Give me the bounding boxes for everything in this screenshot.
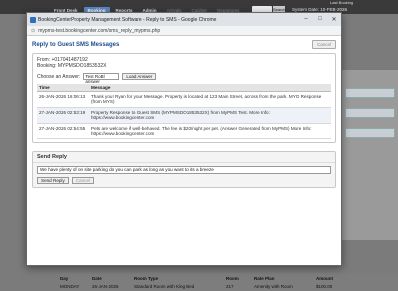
page-url[interactable]: mypms-test.bookingcenter.com/sms_reply_m… [38, 28, 160, 34]
answer-select[interactable]: Test RoBl answer [83, 73, 120, 84]
cell-amount: $100.00 [316, 284, 333, 289]
message-text: Pets are welcome if well-behaved. The fe… [89, 123, 331, 140]
message-column-header: Message [89, 84, 331, 92]
minimize-icon[interactable]: – [299, 16, 313, 23]
background-table-row[interactable]: MONDAY 26-JAN-2026 Standard Room with Ki… [60, 284, 398, 289]
table-row: 27-JAN-2026 02:53:19 Property Response t… [37, 107, 331, 124]
send-reply-panel: Send Reply We have plenty of on site par… [32, 151, 336, 189]
messages-panel: From: +017041487192 Booking: MYPMSDO1853… [32, 53, 336, 144]
maximize-icon[interactable]: □ [313, 16, 327, 23]
send-reply-button[interactable]: Send Reply [37, 177, 69, 185]
reply-actions: Send Reply Cancel [37, 177, 331, 185]
message-time: 27-JAN-2026 02:54:55 [37, 123, 89, 140]
message-time: 27-JAN-2026 02:53:19 [37, 107, 89, 124]
cell-day: MONDAY [60, 284, 80, 289]
message-text: Thank you! Ryan for your Message. Proper… [89, 91, 331, 108]
page-content: Reply to Guest SMS Messages Cancel From:… [27, 36, 341, 191]
cell-room: 217 [226, 284, 234, 289]
answer-row: Choose an Answer: Test RoBl answer Load … [37, 73, 331, 84]
load-answer-button[interactable]: Load Answer [122, 73, 157, 80]
message-text: Property Response to Guest SMS (MYPMSDO1… [89, 107, 331, 124]
last-booking-link[interactable]: Last Booking [330, 0, 353, 5]
reply-sms-window: BookingCenterProperty Management Softwar… [26, 12, 342, 266]
cell-room-type: Standard Room with King Bed [134, 284, 195, 289]
background-side-button[interactable] [345, 108, 395, 118]
messages-header-row: Time Message [37, 84, 331, 92]
choose-answer-label: Choose an Answer: [37, 73, 81, 80]
col-amount: Amount [316, 276, 333, 281]
background-table-header: Day Date Room Type Room Rate Plan Amount [60, 276, 398, 281]
send-reply-body: We have plenty of on site parking do you… [33, 163, 335, 187]
cell-date: 26-JAN-2026 [92, 284, 119, 289]
cell-rate-plan: Amenity with Room [254, 284, 293, 289]
reply-cancel-button[interactable]: Cancel [71, 177, 95, 185]
time-column-header: Time [37, 84, 89, 92]
header-cancel-button[interactable]: Cancel [311, 40, 336, 49]
reply-text-input[interactable]: We have plenty of on site parking do you… [37, 166, 331, 175]
message-time: 26-JAN-2026 16:06:13 [37, 91, 89, 108]
window-controls: – □ ✕ [299, 16, 341, 23]
app-icon [30, 16, 36, 23]
col-room-type: Room Type [134, 276, 159, 281]
table-row: 26-JAN-2026 16:06:13 Thank you! Ryan for… [37, 91, 331, 108]
booking-line: Booking: MYPMSDO1853532X [37, 63, 107, 69]
col-rate-plan: Rate Plan [254, 276, 275, 281]
page-header: Reply to Guest SMS Messages Cancel [32, 39, 336, 50]
col-day: Day [60, 276, 69, 281]
col-date: Date [92, 276, 102, 281]
background-side-button[interactable] [345, 88, 395, 98]
close-icon[interactable]: ✕ [327, 16, 341, 23]
site-info-icon[interactable]: ⊙ [31, 28, 35, 34]
page-title: Reply to Guest SMS Messages [32, 41, 120, 48]
background-side-button[interactable] [345, 128, 395, 138]
send-reply-heading: Send Reply [33, 152, 335, 164]
table-row: 27-JAN-2026 02:54:55 Pets are welcome if… [37, 123, 331, 140]
col-room: Room [226, 276, 239, 281]
window-titlebar[interactable]: BookingCenterProperty Management Softwar… [27, 13, 341, 26]
address-bar[interactable]: ⊙ mypms-test.bookingcenter.com/sms_reply… [27, 26, 341, 36]
messages-table: Time Message 26-JAN-2026 16:06:13 Thank … [37, 84, 331, 140]
window-title: BookingCenterProperty Management Softwar… [38, 16, 217, 23]
